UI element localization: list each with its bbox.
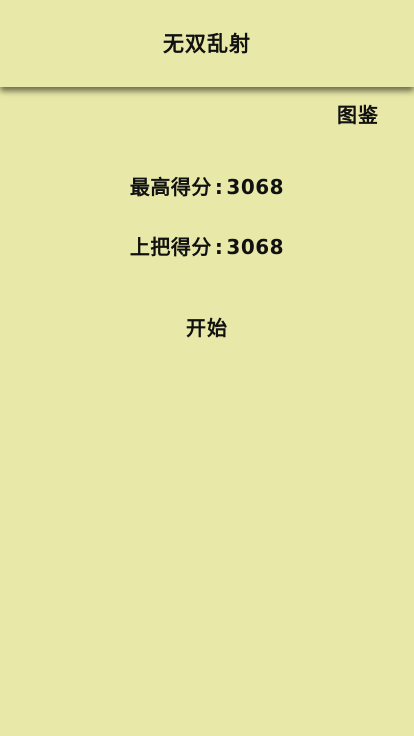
top-bar: 无双乱射	[0, 0, 414, 87]
best-score-separator: :	[214, 175, 224, 199]
best-score-value: 3068	[226, 175, 285, 199]
best-score-line: 最高得分:3068	[0, 173, 414, 201]
last-score-line: 上把得分:3068	[0, 233, 414, 261]
best-score-label: 最高得分	[129, 175, 212, 199]
last-score-separator: :	[214, 235, 224, 259]
last-score-label: 上把得分	[129, 235, 212, 259]
game-title: 无双乱射	[163, 32, 251, 56]
last-score-value: 3068	[226, 235, 285, 259]
start-button[interactable]: 开始	[157, 312, 257, 344]
gallery-button[interactable]: 图鉴	[337, 101, 379, 129]
